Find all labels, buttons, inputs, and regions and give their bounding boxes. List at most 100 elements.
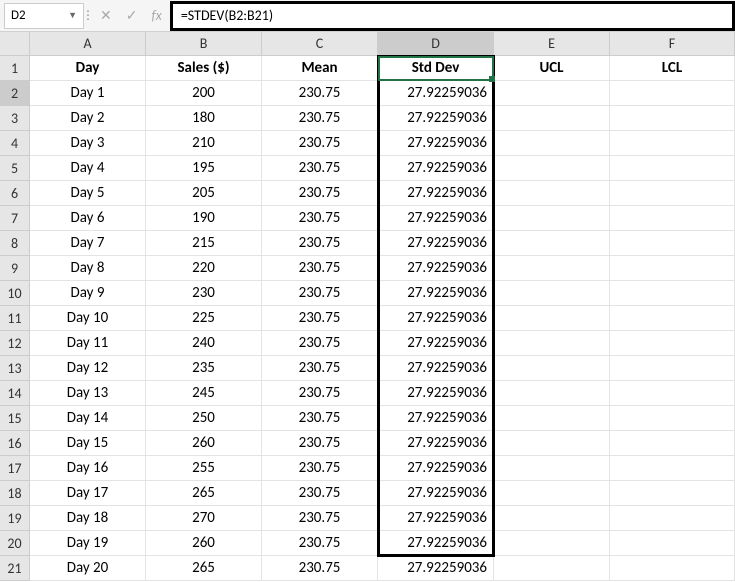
cell[interactable]: Day 2 (30, 106, 146, 131)
row-header[interactable]: 1 (0, 56, 30, 81)
row-header[interactable]: 5 (0, 156, 30, 181)
col-header-F[interactable]: F (610, 32, 735, 56)
cell[interactable] (610, 181, 735, 206)
cell[interactable]: 27.92259036 (378, 506, 494, 531)
row-header[interactable]: 18 (0, 481, 30, 506)
row-header[interactable]: 11 (0, 306, 30, 331)
cell[interactable]: 270 (146, 506, 262, 531)
cell[interactable]: 230.75 (262, 331, 378, 356)
row-header[interactable]: 8 (0, 231, 30, 256)
cell[interactable]: 230.75 (262, 256, 378, 281)
cell[interactable]: 230.75 (262, 381, 378, 406)
cell[interactable]: 230.75 (262, 306, 378, 331)
col-header-C[interactable]: C (262, 32, 378, 56)
cell[interactable] (494, 556, 610, 581)
cell[interactable]: 230.75 (262, 481, 378, 506)
cell[interactable] (494, 256, 610, 281)
cell[interactable]: 235 (146, 356, 262, 381)
row-header[interactable]: 10 (0, 281, 30, 306)
cell[interactable]: 265 (146, 481, 262, 506)
cell[interactable] (610, 356, 735, 381)
row-header[interactable]: 21 (0, 556, 30, 581)
cell[interactable]: 255 (146, 456, 262, 481)
cell[interactable] (494, 131, 610, 156)
cell[interactable] (494, 156, 610, 181)
cell[interactable] (610, 231, 735, 256)
cell[interactable]: 230.75 (262, 131, 378, 156)
row-header[interactable]: 9 (0, 256, 30, 281)
cell[interactable]: Day 1 (30, 81, 146, 106)
row-header[interactable]: 12 (0, 331, 30, 356)
cell[interactable]: 205 (146, 181, 262, 206)
cell[interactable] (610, 106, 735, 131)
cell[interactable] (494, 481, 610, 506)
cell[interactable] (494, 106, 610, 131)
cell[interactable] (610, 431, 735, 456)
cell[interactable] (494, 456, 610, 481)
cell[interactable]: 250 (146, 406, 262, 431)
cell[interactable]: 230.75 (262, 81, 378, 106)
select-all-corner[interactable] (0, 32, 30, 56)
cell[interactable]: 27.92259036 (378, 431, 494, 456)
cell[interactable] (494, 531, 610, 556)
cell[interactable] (494, 381, 610, 406)
cell[interactable]: 27.92259036 (378, 81, 494, 106)
header-cell[interactable]: LCL (610, 56, 735, 81)
cell[interactable]: 260 (146, 531, 262, 556)
cell[interactable] (610, 481, 735, 506)
cell[interactable] (494, 331, 610, 356)
cell[interactable]: 230 (146, 281, 262, 306)
header-cell[interactable]: Sales ($) (146, 56, 262, 81)
cell[interactable]: Day 12 (30, 356, 146, 381)
cell[interactable]: Day 4 (30, 156, 146, 181)
cell[interactable]: Day 7 (30, 231, 146, 256)
cell[interactable]: 260 (146, 431, 262, 456)
cell[interactable]: Day 16 (30, 456, 146, 481)
row-header[interactable]: 13 (0, 356, 30, 381)
row-header[interactable]: 20 (0, 531, 30, 556)
cell[interactable]: 230.75 (262, 556, 378, 581)
cell[interactable] (494, 181, 610, 206)
cell[interactable]: 230.75 (262, 506, 378, 531)
cell[interactable] (610, 331, 735, 356)
cell[interactable]: Day 13 (30, 381, 146, 406)
cell[interactable] (494, 506, 610, 531)
cell[interactable]: 27.92259036 (378, 231, 494, 256)
cell[interactable] (494, 406, 610, 431)
row-header[interactable]: 19 (0, 506, 30, 531)
cell[interactable] (494, 81, 610, 106)
enter-icon[interactable]: ✓ (126, 7, 138, 24)
cell[interactable] (610, 406, 735, 431)
row-header[interactable]: 16 (0, 431, 30, 456)
cell[interactable]: 220 (146, 256, 262, 281)
cell[interactable]: 27.92259036 (378, 281, 494, 306)
row-header[interactable]: 15 (0, 406, 30, 431)
cell[interactable] (610, 156, 735, 181)
row-header[interactable]: 17 (0, 456, 30, 481)
cell[interactable]: Day 11 (30, 331, 146, 356)
name-box-dropdown-icon[interactable]: ▼ (68, 10, 77, 21)
row-header[interactable]: 14 (0, 381, 30, 406)
col-header-B[interactable]: B (146, 32, 262, 56)
cell[interactable]: 27.92259036 (378, 331, 494, 356)
cell[interactable]: 230.75 (262, 156, 378, 181)
cell[interactable]: Day 19 (30, 531, 146, 556)
cell[interactable] (610, 131, 735, 156)
row-header[interactable]: 3 (0, 106, 30, 131)
cell[interactable]: 230.75 (262, 356, 378, 381)
cell[interactable]: 27.92259036 (378, 381, 494, 406)
cell[interactable]: 240 (146, 331, 262, 356)
cell[interactable] (610, 456, 735, 481)
cell[interactable] (610, 281, 735, 306)
cell[interactable]: Day 14 (30, 406, 146, 431)
cell[interactable]: Day 10 (30, 306, 146, 331)
cell[interactable]: 230.75 (262, 106, 378, 131)
cell[interactable]: 27.92259036 (378, 306, 494, 331)
cell[interactable] (610, 506, 735, 531)
cell[interactable] (610, 306, 735, 331)
cell[interactable] (494, 281, 610, 306)
cell[interactable]: Day 20 (30, 556, 146, 581)
cell[interactable]: 230.75 (262, 181, 378, 206)
row-header[interactable]: 7 (0, 206, 30, 231)
cell[interactable]: 27.92259036 (378, 556, 494, 581)
